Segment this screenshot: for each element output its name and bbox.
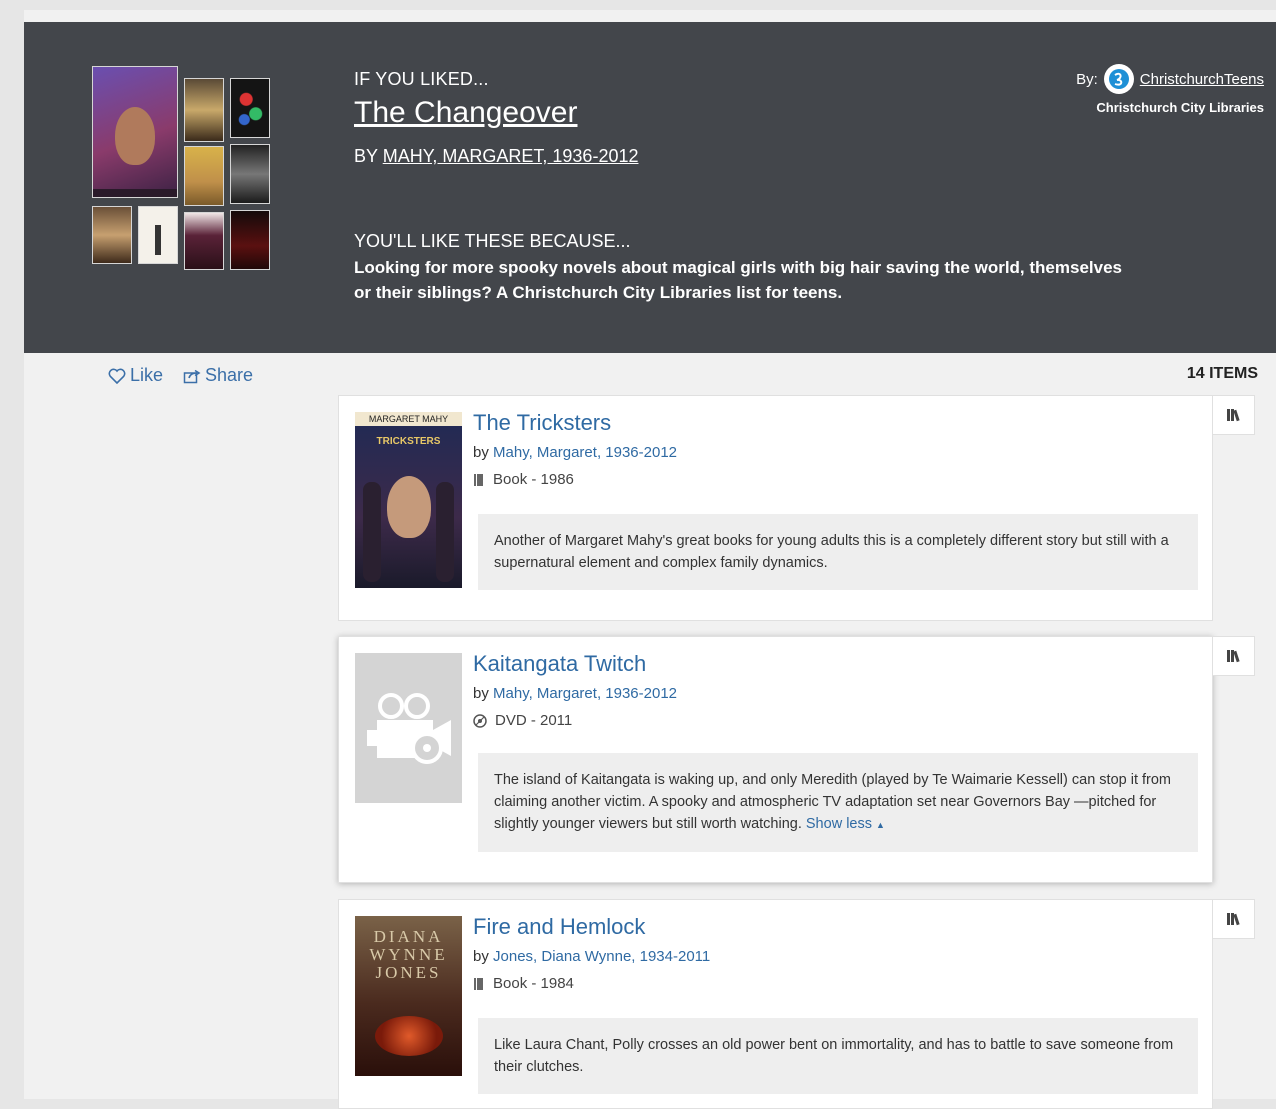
because-label: YOU'LL LIKE THESE BECAUSE... <box>354 231 631 251</box>
item-title-link[interactable]: The Tricksters <box>473 410 611 436</box>
item-note: Another of Margaret Mahy's great books f… <box>478 514 1198 590</box>
cover-thumb[interactable] <box>184 146 224 206</box>
add-to-shelf-button[interactable] <box>1213 899 1255 939</box>
items-count: 14 ITEMS <box>1186 365 1258 382</box>
heart-icon <box>108 368 126 384</box>
item-author: by Jones, Diana Wynne, 1934-2011 <box>473 948 710 965</box>
cover-thumb[interactable] <box>230 78 270 138</box>
book-icon <box>474 473 483 486</box>
author-prefix: BY <box>354 146 378 166</box>
shelf-icon <box>1226 409 1240 422</box>
item-format: Book - 1984 <box>473 975 574 992</box>
source-title-link[interactable]: The Changeover <box>354 96 577 130</box>
item-format: DVD - 2011 <box>473 712 572 729</box>
item-note: Like Laura Chant, Polly crosses an old p… <box>478 1018 1198 1094</box>
share-button[interactable]: Share <box>183 365 253 386</box>
list-item: MARGARET MAHY TRICKSTERS The Tricksters … <box>338 395 1213 621</box>
format-text: Book - 1984 <box>493 975 574 992</box>
page: IF YOU LIKED... The Changeover BY MAHY, … <box>24 10 1276 1109</box>
cover-thumb[interactable] <box>230 210 270 270</box>
source-author-link[interactable]: MAHY, MARGARET, 1936-2012 <box>383 146 639 166</box>
add-to-shelf-button[interactable] <box>1213 395 1255 435</box>
jacket-title-text: DIANA WYNNE JONES <box>369 927 448 982</box>
shelf-icon <box>1226 913 1240 926</box>
book-icon <box>474 977 483 990</box>
list-actions: Like Share <box>108 365 253 386</box>
jacket-title-text: TRICKSTERS <box>376 436 441 447</box>
cover-thumb[interactable] <box>138 206 178 264</box>
cover-thumb[interactable] <box>184 212 224 270</box>
by-text: by <box>473 948 489 965</box>
list-description: Looking for more spooky novels about mag… <box>354 258 1122 302</box>
format-text: Book - 1986 <box>493 471 574 488</box>
list-item: DIANA WYNNE JONES Fire and Hemlock by Jo… <box>338 899 1213 1109</box>
caret-up-icon: ▲ <box>876 820 885 830</box>
show-less-label: Show less <box>805 816 872 832</box>
avatar[interactable] <box>1103 64 1134 94</box>
share-label: Share <box>205 365 254 385</box>
user-avatar-icon <box>1108 69 1129 89</box>
by-text: by <box>473 444 489 461</box>
item-note: The island of Kaitangata is waking up, a… <box>478 753 1198 852</box>
book-jacket[interactable]: MARGARET MAHY TRICKSTERS <box>355 412 462 588</box>
item-author: by Mahy, Margaret, 1936-2012 <box>473 444 677 461</box>
cover-thumb[interactable] <box>230 144 270 204</box>
like-button[interactable]: Like <box>108 365 163 386</box>
jacket-author-text: MARGARET MAHY <box>355 412 462 426</box>
creator-username-link[interactable]: ChristchurchTeens <box>1140 71 1264 88</box>
creator-organization: Christchurch City Libraries <box>1096 100 1264 115</box>
cover-thumb[interactable] <box>92 206 132 264</box>
source-author: BY MAHY, MARGARET, 1936-2012 <box>354 146 638 167</box>
format-text: DVD - 2011 <box>495 712 573 729</box>
share-icon <box>183 369 201 383</box>
item-title-link[interactable]: Kaitangata Twitch <box>473 651 646 677</box>
item-title-link[interactable]: Fire and Hemlock <box>473 914 645 940</box>
video-camera-icon <box>366 693 451 764</box>
item-format: Book - 1986 <box>473 471 574 488</box>
by-text: by <box>473 685 489 702</box>
cover-collage <box>92 66 272 276</box>
dvd-placeholder-image[interactable] <box>355 653 462 803</box>
cover-thumb[interactable] <box>184 78 224 142</box>
if-you-liked-label: IF YOU LIKED... <box>354 69 489 89</box>
item-author-link[interactable]: Mahy, Margaret, 1936-2012 <box>493 444 677 461</box>
list-item: Kaitangata Twitch by Mahy, Margaret, 193… <box>338 636 1213 883</box>
show-less-link[interactable]: Show less ▲ <box>806 816 885 832</box>
shelf-icon <box>1226 650 1240 663</box>
add-to-shelf-button[interactable] <box>1213 636 1255 676</box>
by-label: By: <box>1076 70 1098 88</box>
list-creator: By: ChristchurchTeens Christchurch City … <box>1076 64 1264 115</box>
like-label: Like <box>130 365 164 385</box>
dvd-icon <box>473 713 487 728</box>
list-header: IF YOU LIKED... The Changeover BY MAHY, … <box>24 22 1276 353</box>
item-author-link[interactable]: Mahy, Margaret, 1936-2012 <box>493 685 677 702</box>
item-author-link[interactable]: Jones, Diana Wynne, 1934-2011 <box>493 948 710 965</box>
book-jacket[interactable]: DIANA WYNNE JONES <box>355 916 462 1076</box>
item-author: by Mahy, Margaret, 1936-2012 <box>473 685 677 702</box>
cover-changeover[interactable] <box>92 66 178 198</box>
